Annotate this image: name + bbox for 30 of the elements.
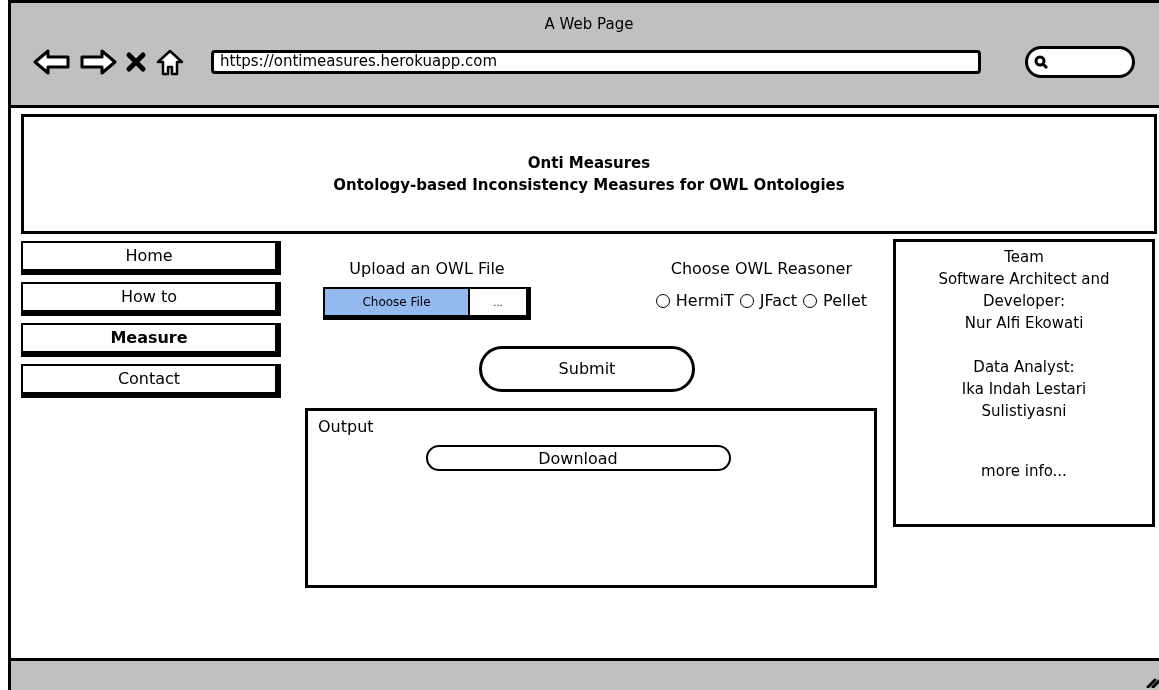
nav-item[interactable]: Contact	[21, 364, 281, 398]
search-field[interactable]	[1025, 45, 1135, 78]
team-text: Team	[1003, 247, 1045, 268]
window-title: A Web Page	[544, 14, 634, 35]
reasoner-radio[interactable]: JFact	[739, 289, 798, 313]
file-field[interactable]: Choose File ...	[323, 287, 531, 320]
nav-item[interactable]: Home	[21, 241, 281, 275]
forward-arrow-icon[interactable]	[79, 48, 117, 75]
choose-file-button[interactable]: Choose File	[325, 289, 470, 315]
search-icon	[1034, 54, 1048, 69]
close-icon[interactable]	[125, 50, 147, 73]
team-text: Data Analyst:	[972, 357, 1076, 378]
back-arrow-icon[interactable]	[33, 48, 71, 75]
reasoner-label: Choose OWL Reasoner	[670, 258, 853, 280]
header-subtitle: Ontology-based Inconsistency Measures for OWL Ontologies	[333, 175, 845, 196]
reasoner-radio[interactable]: Pellet	[803, 289, 867, 313]
reasoner-radio[interactable]: HermiT	[655, 289, 734, 313]
more-info-link[interactable]: more info...	[981, 460, 1067, 482]
upload-label: Upload an OWL File	[349, 258, 505, 280]
team-text: Software Architect and Developer:	[937, 269, 1111, 312]
home-icon[interactable]	[155, 47, 185, 76]
nav-item[interactable]: How to	[21, 282, 281, 316]
output-label: Output	[318, 416, 375, 438]
submit-button[interactable]: Submit	[479, 346, 695, 392]
nav-item[interactable]: Measure	[21, 323, 281, 357]
team-text: Nur Alfi Ekowati	[963, 313, 1085, 334]
team-text: Ika Indah Lestari Sulistiyasni	[960, 379, 1088, 422]
header-title: Onti Measures	[527, 152, 651, 174]
download-button[interactable]: Download	[425, 445, 731, 471]
address-bar[interactable]: https://ontimeasures.herokuapp.com	[211, 49, 981, 74]
